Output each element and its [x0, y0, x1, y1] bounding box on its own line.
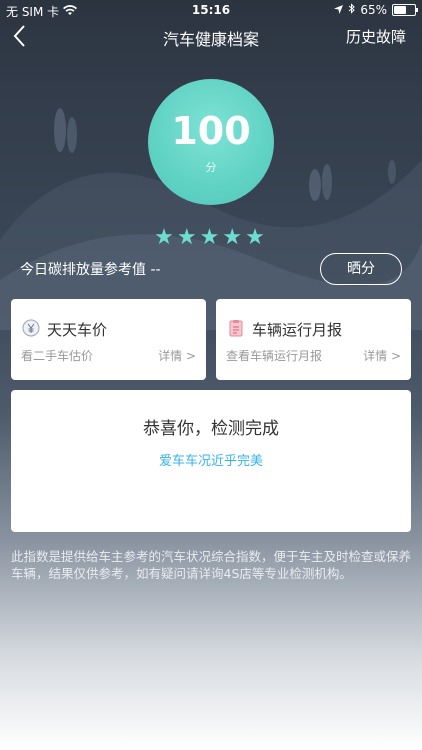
carbon-emission-text: 今日碳排放量参考值 -- [20, 262, 161, 278]
card-title: 车辆运行月报 [252, 321, 343, 339]
health-score-circle: 100 分 [148, 79, 274, 205]
star-icon: ★ [245, 225, 268, 250]
score-value: 100 [171, 109, 251, 153]
battery-percent: 65% [360, 3, 387, 17]
star-icon: ★ [199, 225, 223, 250]
star-icon: ★ [176, 225, 200, 250]
disclaimer-text: 此指数是提供给车主参考的汽车状况综合指数，便于车主及时检查或保养车辆，结果仅供参… [11, 549, 412, 581]
detection-result-card: 恭喜你，检测完成 爱车车况近乎完美 [11, 390, 411, 532]
result-title: 恭喜你，检测完成 [143, 419, 279, 439]
navigation-bar: 汽车健康档案 历史故障 [0, 20, 422, 54]
result-subtitle: 爱车车况近乎完美 [158, 454, 263, 469]
clipboard-report-icon [227, 319, 245, 337]
star-icon: ★ [154, 225, 177, 250]
share-score-button[interactable]: 晒分 [320, 253, 402, 285]
monthly-report-card[interactable]: 车辆运行月报 查看车辆运行月报 详情 > [216, 299, 411, 380]
card-subtitle: 看二手车估价 [21, 349, 94, 363]
card-subtitle: 查看车辆运行月报 [226, 349, 323, 363]
history-faults-button[interactable]: 历史故障 [346, 26, 406, 47]
car-price-card[interactable]: 天天车价 看二手车估价 详情 > [11, 299, 206, 380]
yuan-coin-icon [22, 319, 40, 337]
location-arrow-icon [334, 3, 344, 17]
star-icon: ★ [222, 225, 246, 250]
card-detail-link[interactable]: 详情 > [158, 347, 196, 364]
bluetooth-icon [348, 3, 356, 17]
card-title: 天天车价 [47, 321, 108, 339]
score-unit: 分 [205, 161, 217, 174]
star-rating: ★★★★★ [0, 225, 422, 250]
status-bar: 无 SIM 卡 15:16 65% [0, 0, 422, 20]
card-detail-link[interactable]: 详情 > [363, 347, 401, 364]
battery-icon [392, 4, 418, 16]
